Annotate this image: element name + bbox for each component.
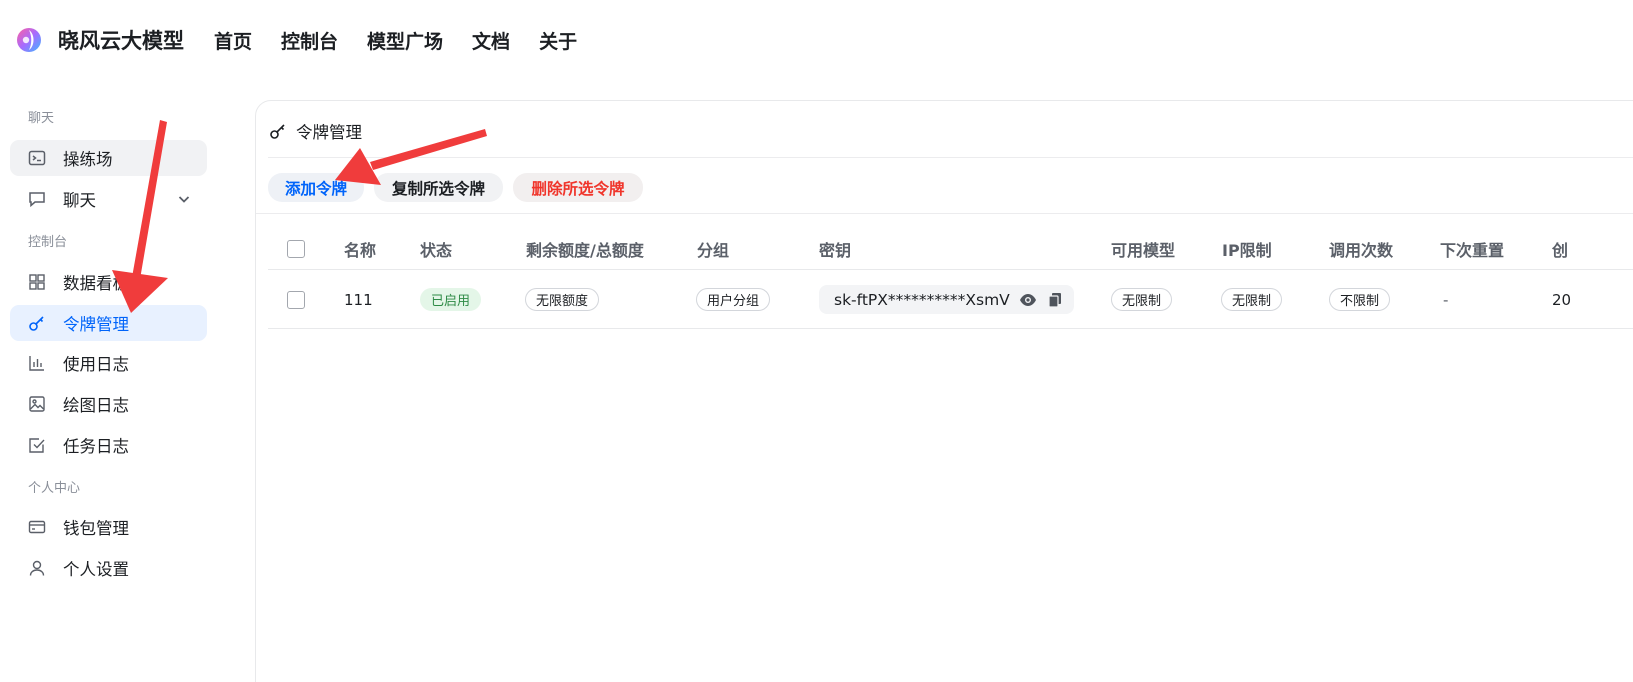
sidebar-item-task-log[interactable]: 任务日志 [10, 427, 207, 463]
sidebar-item-label: 数据看板 [63, 274, 129, 293]
column-header-key[interactable]: 密钥 [819, 229, 851, 269]
add-token-button[interactable]: 添加令牌 [268, 173, 364, 202]
sidebar-item-label: 令牌管理 [63, 315, 129, 334]
sidebar-item-chat[interactable]: 聊天 [10, 181, 207, 217]
api-key-value: sk-ftPX**********XsmV [834, 290, 1010, 309]
table-header: 名称 状态 剩余额度/总额度 分组 密钥 可用模型 IP限制 调用次数 下次重置… [268, 229, 1633, 270]
sidebar: 聊天 操练场 聊天 控制台 数据看板 令牌管理 使用日志 绘图日志 任务日志 个… [0, 100, 220, 682]
sidebar-item-label: 聊天 [63, 191, 96, 210]
key-icon [269, 122, 287, 140]
key-icon [28, 314, 46, 332]
dashboard-icon [28, 273, 46, 291]
token-name: 111 [344, 290, 373, 309]
sidebar-item-drawing-log[interactable]: 绘图日志 [10, 386, 207, 422]
terminal-icon [28, 149, 46, 167]
eye-icon[interactable] [1019, 291, 1037, 309]
ip-limit-badge: 无限制 [1221, 288, 1283, 311]
nav-model-square[interactable]: 模型广场 [367, 27, 443, 54]
bar-chart-icon [28, 354, 46, 372]
row-select-cell [287, 271, 305, 328]
column-header-group[interactable]: 分组 [697, 229, 729, 269]
column-header-created[interactable]: 创 [1552, 229, 1568, 269]
top-header: 晓风云大模型 首页 控制台 模型广场 文档 关于 [0, 0, 1633, 80]
key-cell: sk-ftPX**********XsmV [819, 271, 1074, 328]
sidebar-item-label: 个人设置 [63, 560, 129, 579]
panel-title-text: 令牌管理 [296, 123, 362, 142]
copy-selected-tokens-button[interactable]: 复制所选令牌 [374, 173, 503, 202]
sidebar-item-label: 钱包管理 [63, 519, 129, 538]
nav-home[interactable]: 首页 [214, 27, 252, 54]
group-cell: 用户分组 [696, 271, 771, 328]
sidebar-item-dashboard[interactable]: 数据看板 [10, 264, 207, 300]
sidebar-section-personal: 个人中心 [28, 481, 81, 496]
models-badge: 无限制 [1111, 288, 1173, 311]
checkbox-icon [28, 436, 46, 454]
ip-cell: 无限制 [1221, 271, 1283, 328]
copy-icon[interactable] [1046, 291, 1064, 309]
sidebar-item-playground[interactable]: 操练场 [10, 140, 207, 176]
chevron-down-icon[interactable] [177, 191, 191, 210]
table-row[interactable]: 111 已启用 无限额度 用户分组 sk-ftPX**********XsmV … [268, 271, 1633, 329]
column-header-models[interactable]: 可用模型 [1111, 229, 1175, 269]
group-badge: 用户分组 [696, 288, 771, 311]
select-all-cell [287, 229, 305, 269]
next-reset-value: - [1443, 290, 1449, 309]
sidebar-item-token-management[interactable]: 令牌管理 [10, 305, 207, 341]
sidebar-item-label: 绘图日志 [63, 396, 129, 415]
sidebar-item-label: 任务日志 [63, 437, 129, 456]
brand-name[interactable]: 晓风云大模型 [58, 25, 184, 55]
quota-badge: 无限额度 [525, 288, 600, 311]
nav-about[interactable]: 关于 [539, 27, 577, 54]
column-header-name[interactable]: 名称 [344, 229, 376, 269]
sidebar-section-console: 控制台 [28, 235, 68, 250]
user-icon [28, 559, 46, 577]
divider [268, 157, 1633, 158]
nav-docs[interactable]: 文档 [472, 27, 510, 54]
sidebar-item-label: 使用日志 [63, 355, 129, 374]
api-key-box: sk-ftPX**********XsmV [819, 285, 1074, 314]
calls-cell: 不限制 [1329, 271, 1391, 328]
chat-bubble-icon [28, 190, 46, 208]
sidebar-item-personal-settings[interactable]: 个人设置 [10, 550, 207, 586]
column-header-status[interactable]: 状态 [420, 229, 452, 269]
sidebar-item-usage-log[interactable]: 使用日志 [10, 345, 207, 381]
column-header-calls[interactable]: 调用次数 [1329, 229, 1393, 269]
sidebar-item-label: 操练场 [63, 150, 113, 169]
status-cell: 已启用 [420, 271, 482, 328]
panel-title: 令牌管理 [269, 119, 362, 143]
quota-cell: 无限额度 [525, 271, 600, 328]
wallet-icon [28, 518, 46, 536]
row-checkbox[interactable] [287, 290, 305, 309]
models-cell: 无限制 [1111, 271, 1173, 328]
nav-console[interactable]: 控制台 [281, 27, 338, 54]
calls-badge: 不限制 [1329, 288, 1391, 311]
token-panel: 令牌管理 添加令牌 复制所选令牌 删除所选令牌 名称 状态 剩余额度/总额度 分… [255, 100, 1633, 682]
column-header-ip-limit[interactable]: IP限制 [1222, 229, 1272, 269]
select-all-checkbox[interactable] [287, 240, 305, 258]
created-value: 20 [1552, 290, 1572, 309]
column-header-quota[interactable]: 剩余额度/总额度 [526, 229, 644, 269]
delete-selected-tokens-button[interactable]: 删除所选令牌 [513, 173, 643, 202]
sidebar-item-wallet[interactable]: 钱包管理 [10, 509, 207, 545]
image-icon [28, 395, 46, 413]
column-header-next-reset[interactable]: 下次重置 [1440, 229, 1504, 269]
status-badge: 已启用 [420, 288, 482, 311]
sidebar-section-chat: 聊天 [28, 111, 55, 126]
divider [256, 213, 1633, 214]
brand-logo-icon[interactable] [16, 27, 42, 53]
